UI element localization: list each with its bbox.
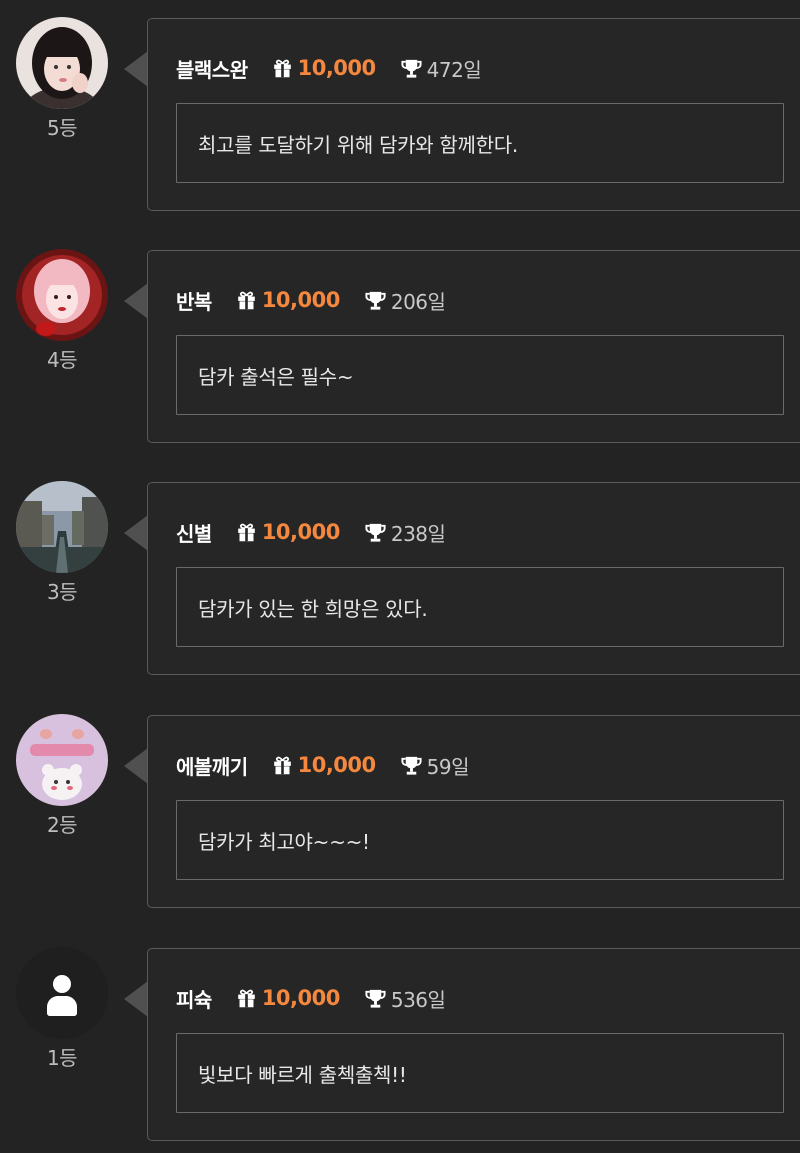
- avatar-photo-icon: [16, 481, 108, 573]
- list-item: 5등 블랙스완 10,000 472일 최고를 도달하기 위해 담카와 함께한다…: [0, 0, 800, 211]
- attendance-days: 59일: [426, 754, 470, 779]
- message-text: 빛보다 빠르게 출첵출첵!!: [176, 1033, 784, 1113]
- message-text: 최고를 도달하기 위해 담카와 함께한다.: [176, 103, 784, 183]
- speech-pointer: [124, 515, 148, 551]
- message-card: 피슉 10,000 536일 빛보다 빠르게 출첵출첵!!: [147, 948, 800, 1141]
- trophy-icon: [365, 989, 386, 1008]
- gift-amount: 10,000: [297, 753, 377, 777]
- rank-label: 5등: [46, 116, 78, 140]
- message-text: 담카 출석은 필수~: [176, 335, 784, 415]
- avatar[interactable]: [16, 17, 108, 109]
- rank-label: 4등: [46, 348, 78, 372]
- nickname[interactable]: 에볼깨기: [176, 751, 248, 780]
- nickname[interactable]: 반복: [176, 286, 212, 315]
- speech-pointer: [124, 748, 148, 784]
- gift-amount: 10,000: [261, 520, 341, 544]
- entry-meta: 반복 10,000 206일: [176, 285, 446, 315]
- list-item: 4등 반복 10,000 206일 담카 출석은 필수~: [0, 232, 800, 443]
- list-item: 3등 신별 10,000 238일 담카가 있는 한 희망은 있다.: [0, 464, 800, 675]
- avatar-photo-icon: [16, 249, 108, 341]
- list-item: 1등 피슉 10,000 536일 빛보다 빠르게 출첵출첵!!: [0, 930, 800, 1141]
- rank-label: 3등: [46, 580, 78, 604]
- nickname[interactable]: 신별: [176, 518, 212, 547]
- rank-label: 2등: [46, 813, 78, 837]
- avatar[interactable]: [16, 714, 108, 806]
- speech-pointer: [124, 283, 148, 319]
- gift-amount: 10,000: [261, 288, 341, 312]
- avatar[interactable]: [16, 481, 108, 573]
- attendance-days: 238일: [390, 521, 446, 546]
- entry-meta: 블랙스완 10,000 472일: [176, 53, 482, 83]
- message-card: 반복 10,000 206일 담카 출석은 필수~: [147, 250, 800, 443]
- attendance-days: 472일: [426, 57, 482, 82]
- trophy-icon: [365, 291, 386, 310]
- message-card: 신별 10,000 238일 담카가 있는 한 희망은 있다.: [147, 482, 800, 675]
- nickname[interactable]: 피슉: [176, 984, 212, 1013]
- gift-amount: 10,000: [297, 56, 377, 80]
- message-text: 담카가 최고야~~~!: [176, 800, 784, 880]
- entry-meta: 에볼깨기 10,000 59일: [176, 750, 470, 780]
- attendance-days: 536일: [390, 987, 446, 1012]
- gift-icon: [238, 291, 255, 309]
- rank-label: 1등: [46, 1046, 78, 1070]
- trophy-icon: [401, 756, 422, 775]
- speech-pointer: [124, 981, 148, 1017]
- entry-meta: 피슉 10,000 536일: [176, 983, 446, 1013]
- list-item: 2등 에볼깨기 10,000 59일 담카가 최고야~~~!: [0, 697, 800, 908]
- trophy-icon: [401, 59, 422, 78]
- gift-icon: [238, 989, 255, 1007]
- avatar[interactable]: [16, 249, 108, 341]
- user-silhouette-icon: [16, 947, 108, 1039]
- gift-amount: 10,000: [261, 986, 341, 1010]
- nickname[interactable]: 블랙스완: [176, 54, 248, 83]
- entry-meta: 신별 10,000 238일: [176, 517, 446, 547]
- gift-icon: [273, 59, 291, 77]
- avatar-photo-icon: [16, 714, 108, 806]
- message-card: 에볼깨기 10,000 59일 담카가 최고야~~~!: [147, 715, 800, 908]
- avatar-photo-icon: [16, 17, 108, 109]
- attendance-days: 206일: [390, 289, 446, 314]
- message-text: 담카가 있는 한 희망은 있다.: [176, 567, 784, 647]
- gift-icon: [238, 523, 255, 541]
- speech-pointer: [124, 51, 148, 87]
- message-card: 블랙스완 10,000 472일 최고를 도달하기 위해 담카와 함께한다.: [147, 18, 800, 211]
- gift-icon: [273, 756, 291, 774]
- avatar[interactable]: [16, 947, 108, 1039]
- trophy-icon: [365, 523, 386, 542]
